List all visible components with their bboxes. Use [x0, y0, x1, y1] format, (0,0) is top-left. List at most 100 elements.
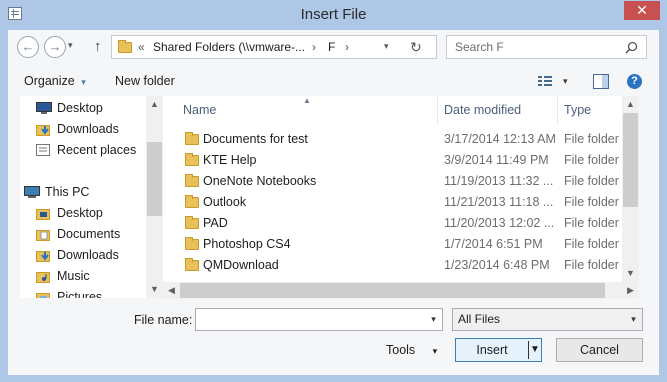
file-name: Photoshop CS4 [203, 237, 291, 251]
window-frame-right [659, 30, 667, 382]
window-title: Insert File [300, 6, 367, 23]
column-header-type[interactable]: Type [564, 96, 591, 124]
table-row[interactable]: OneNote Notebooks 11/19/2013 11:32 ... F… [163, 171, 622, 192]
file-type-dropdown-icon[interactable]: ▾ [625, 309, 642, 330]
table-row[interactable]: Documents for test 3/17/2014 12:13 AM Fi… [163, 129, 622, 150]
sort-ascending-icon: ▲ [303, 96, 311, 105]
breadcrumb-separator[interactable]: › [345, 40, 349, 54]
file-name-field[interactable]: ▾ [195, 308, 443, 331]
column-divider[interactable] [437, 96, 438, 124]
navigation-pane-scrollbar[interactable]: ▲ ▼ [146, 96, 163, 298]
folder-icon [185, 195, 199, 208]
documents-icon [36, 230, 50, 241]
cancel-button[interactable]: Cancel [556, 338, 643, 362]
file-date: 11/21/2013 11:18 ... [444, 195, 554, 209]
folder-icon [185, 237, 199, 250]
tools-label: Tools [386, 343, 416, 357]
folder-icon [118, 40, 132, 53]
downloads-icon [36, 125, 50, 136]
recent-places-icon [36, 144, 50, 156]
table-row[interactable]: Photoshop CS4 1/7/2014 6:51 PM File fold… [163, 234, 622, 255]
view-dropdown-icon[interactable]: ▾ [563, 76, 568, 87]
sidebar-item-label: Recent places [57, 143, 137, 157]
column-header-name[interactable]: Name [183, 96, 216, 124]
sidebar-item-label: This PC [45, 185, 90, 199]
scrollbar-thumb[interactable] [623, 113, 638, 207]
scroll-left-arrow-icon[interactable]: ◀ [163, 282, 180, 299]
new-folder-button[interactable]: New folder [115, 74, 175, 88]
refresh-icon[interactable]: ↻ [410, 39, 422, 56]
insert-dropdown-icon[interactable]: ▼ [530, 339, 540, 361]
scroll-up-arrow-icon[interactable]: ▲ [622, 96, 639, 113]
navigation-pane[interactable]: Desktop Downloads Recent places This PC … [20, 96, 146, 298]
table-row[interactable]: QMDownload 1/23/2014 6:48 PM File folder [163, 255, 622, 276]
scrollbar-thumb[interactable] [147, 142, 162, 216]
sidebar-item-label: Music [57, 269, 90, 283]
breadcrumb-f[interactable]: F [328, 40, 335, 54]
file-list[interactable]: ▲ Name Date modified Type Documents for … [163, 96, 622, 282]
folder-icon [185, 258, 199, 271]
file-type: File folder [564, 237, 619, 251]
address-bar[interactable]: « Shared Folders (\\vmware-... › F › ▾ ↻ [111, 35, 437, 59]
sidebar-item-label: Downloads [57, 122, 119, 136]
file-type-select[interactable]: All Files ▾ [452, 308, 643, 331]
scroll-down-arrow-icon[interactable]: ▼ [622, 265, 639, 282]
scroll-up-arrow-icon[interactable]: ▲ [146, 96, 163, 113]
file-list-horizontal-scrollbar[interactable]: ◀ ▶ [163, 282, 639, 299]
file-date: 3/17/2014 12:13 AM [444, 132, 556, 146]
file-list-vertical-scrollbar[interactable]: ▲ ▼ [622, 96, 639, 282]
file-type: File folder [564, 132, 619, 146]
close-button[interactable]: ✕ [624, 1, 660, 20]
file-name: Documents for test [203, 132, 308, 146]
breadcrumb-shared-folders[interactable]: Shared Folders (\\vmware-... [153, 40, 305, 54]
file-name: OneNote Notebooks [203, 174, 317, 188]
table-row[interactable]: PAD 11/20/2013 12:02 ... File folder [163, 213, 622, 234]
folder-icon [185, 216, 199, 229]
file-name: QMDownload [203, 258, 279, 272]
folder-icon [185, 153, 199, 166]
file-name-dropdown-icon[interactable]: ▾ [425, 309, 442, 330]
file-type: File folder [564, 153, 619, 167]
window-frame-bottom [0, 375, 667, 382]
chevron-down-icon: ▾ [81, 77, 86, 87]
file-name-label: File name: [134, 313, 193, 327]
back-button[interactable]: ← [17, 36, 39, 58]
pictures-icon [36, 293, 50, 298]
insert-label: Insert [476, 343, 508, 357]
breadcrumb-overflow[interactable]: « [138, 40, 145, 54]
breadcrumb-separator[interactable]: › [312, 40, 316, 54]
scrollbar-thumb[interactable] [180, 283, 605, 298]
file-type: File folder [564, 258, 619, 272]
insert-button[interactable]: Insert ▼ [455, 338, 542, 362]
forward-button[interactable]: → [44, 36, 66, 58]
preview-pane-icon[interactable] [593, 74, 609, 89]
file-date: 1/7/2014 6:51 PM [444, 237, 543, 251]
up-arrow-icon[interactable]: ↑ [94, 38, 102, 55]
table-row[interactable]: KTE Help 3/9/2014 11:49 PM File folder [163, 150, 622, 171]
sidebar-item-label: Desktop [57, 101, 103, 115]
desktop-icon [36, 209, 50, 220]
help-icon[interactable]: ? [627, 74, 642, 89]
scroll-right-arrow-icon[interactable]: ▶ [622, 282, 639, 299]
file-date: 11/19/2013 11:32 ... [444, 174, 554, 188]
view-options-icon[interactable] [538, 76, 552, 87]
window-frame-left [0, 30, 8, 382]
search-box[interactable]: Search F [446, 35, 647, 59]
folder-icon [185, 132, 199, 145]
organize-button[interactable]: Organize ▾ [24, 74, 86, 88]
column-divider[interactable] [557, 96, 558, 124]
address-dropdown-icon[interactable]: ▾ [384, 41, 389, 52]
column-header-date-modified[interactable]: Date modified [444, 96, 521, 124]
downloads-icon [36, 251, 50, 262]
folder-icon [185, 174, 199, 187]
recent-locations-chevron-icon[interactable]: ▾ [68, 40, 73, 51]
sidebar-item-label: Downloads [57, 248, 119, 262]
split-button-divider [528, 341, 529, 359]
table-row[interactable]: Outlook 11/21/2013 11:18 ... File folder [163, 192, 622, 213]
music-icon [36, 272, 50, 283]
search-icon[interactable] [625, 41, 638, 54]
scroll-down-arrow-icon[interactable]: ▼ [146, 281, 163, 298]
tools-button[interactable]: Tools ▾ [386, 343, 437, 357]
sidebar-item-label: Pictures [57, 290, 103, 298]
search-input[interactable]: Search F [455, 40, 504, 54]
